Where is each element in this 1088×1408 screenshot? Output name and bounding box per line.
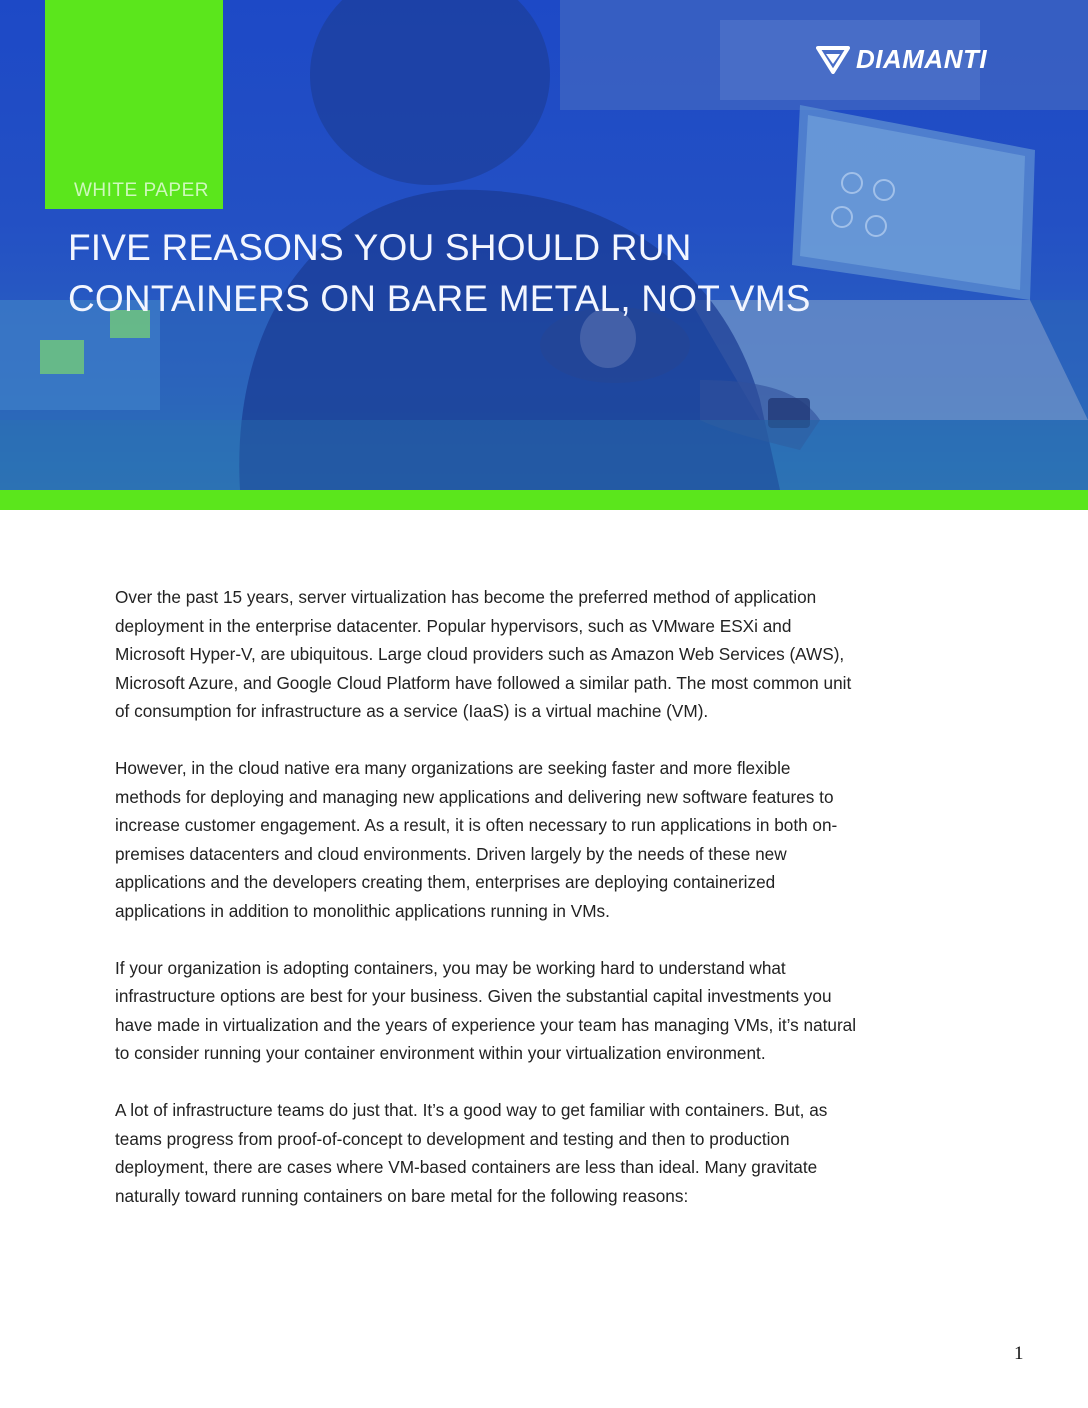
- accent-block: [45, 0, 223, 209]
- accent-divider: [0, 490, 1088, 510]
- page-number: 1: [1014, 1343, 1024, 1364]
- document-type-label: WHITE PAPER: [74, 180, 209, 201]
- paragraph: Over the past 15 years, server virtualiz…: [115, 587, 852, 721]
- title-line-1: FIVE REASONS YOU SHOULD RUN: [68, 227, 692, 268]
- paragraph: A lot of infrastructure teams do just th…: [115, 1100, 828, 1206]
- title-line-2: CONTAINERS ON BARE METAL, NOT VMS: [68, 278, 811, 319]
- company-logo: DIAMANTI: [816, 42, 987, 76]
- diamond-icon: [816, 46, 850, 74]
- paragraph: However, in the cloud native era many or…: [115, 758, 838, 921]
- hero-banner: WHITE PAPER FIVE REASONS YOU SHOULD RUN …: [0, 0, 1088, 490]
- body-text: Over the past 15 years, server virtualiz…: [115, 583, 860, 1239]
- page-title: FIVE REASONS YOU SHOULD RUN CONTAINERS O…: [68, 222, 828, 324]
- paragraph: If your organization is adopting contain…: [115, 957, 857, 1064]
- logo-wordmark: DIAMANTI: [856, 43, 988, 74]
